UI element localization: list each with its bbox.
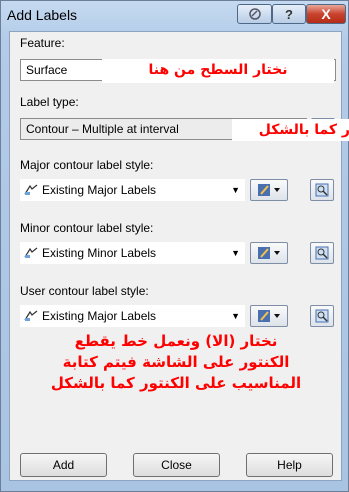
edit-style-icon bbox=[258, 184, 280, 196]
chevron-down-icon: ▼ bbox=[231, 248, 240, 258]
label-type-value: Contour – Multiple at interval bbox=[26, 122, 179, 136]
magnifier-icon bbox=[315, 246, 329, 260]
feature-label: Feature: bbox=[20, 36, 65, 50]
annotation-line-3: المناسيب على الكنتور كما بالشكل bbox=[50, 374, 302, 392]
add-labels-dialog: Add Labels ? X Feature: Surface ▼ نختار … bbox=[0, 0, 349, 492]
edit-style-icon bbox=[258, 310, 280, 322]
minor-style-label: Minor contour label style: bbox=[20, 221, 154, 235]
label-type-annotation: ر كما بالشكل bbox=[232, 119, 349, 141]
magnifier-icon bbox=[315, 183, 329, 197]
major-style-label: Major contour label style: bbox=[20, 158, 154, 172]
dialog-title: Add Labels bbox=[7, 7, 78, 23]
annotation-line-1: نختار (الا) ونعمل خط يقطع bbox=[74, 332, 278, 350]
minor-style-value: Existing Minor Labels bbox=[42, 246, 157, 260]
user-style-dropdown[interactable]: Existing Major Labels ▼ bbox=[20, 305, 245, 327]
feature-annotation: نختار السطح من هنا bbox=[102, 59, 334, 83]
minor-style-dropdown[interactable]: Existing Minor Labels ▼ bbox=[20, 242, 245, 264]
user-preview-button[interactable] bbox=[310, 305, 334, 327]
context-help-button[interactable] bbox=[237, 4, 272, 24]
chevron-down-icon: ▼ bbox=[231, 185, 240, 195]
close-button[interactable]: Close bbox=[133, 453, 220, 477]
major-style-dropdown[interactable]: Existing Major Labels ▼ bbox=[20, 179, 245, 201]
user-edit-button[interactable] bbox=[250, 305, 288, 327]
user-style-label: User contour label style: bbox=[20, 284, 149, 298]
instruction-annotation: نختار (الا) ونعمل خط يقطع الكنتور على ال… bbox=[26, 331, 326, 394]
label-style-icon bbox=[24, 310, 38, 322]
edit-style-icon bbox=[258, 247, 280, 259]
feature-value: Surface bbox=[26, 63, 68, 77]
label-style-icon bbox=[24, 247, 38, 259]
magnifier-icon bbox=[315, 309, 329, 323]
title-bar[interactable]: Add Labels ? X bbox=[1, 1, 348, 31]
minor-edit-button[interactable] bbox=[250, 242, 288, 264]
dialog-body: Feature: Surface ▼ نختار السطح من هنا La… bbox=[9, 31, 349, 481]
help-button-titlebar[interactable]: ? bbox=[272, 4, 306, 24]
annotation-line-2: الكنتور على الشاشة فيتم كتابة bbox=[62, 353, 290, 371]
help-button[interactable]: Help bbox=[246, 453, 333, 477]
add-button[interactable]: Add bbox=[20, 453, 107, 477]
major-edit-button[interactable] bbox=[250, 179, 288, 201]
major-preview-button[interactable] bbox=[310, 179, 334, 201]
close-icon[interactable]: X bbox=[306, 4, 346, 24]
minor-preview-button[interactable] bbox=[310, 242, 334, 264]
label-type-label: Label type: bbox=[20, 95, 79, 109]
user-style-value: Existing Major Labels bbox=[42, 309, 157, 323]
major-style-value: Existing Major Labels bbox=[42, 183, 157, 197]
chevron-down-icon: ▼ bbox=[231, 311, 240, 321]
label-style-icon bbox=[24, 184, 38, 196]
help-circle-icon bbox=[248, 8, 261, 20]
